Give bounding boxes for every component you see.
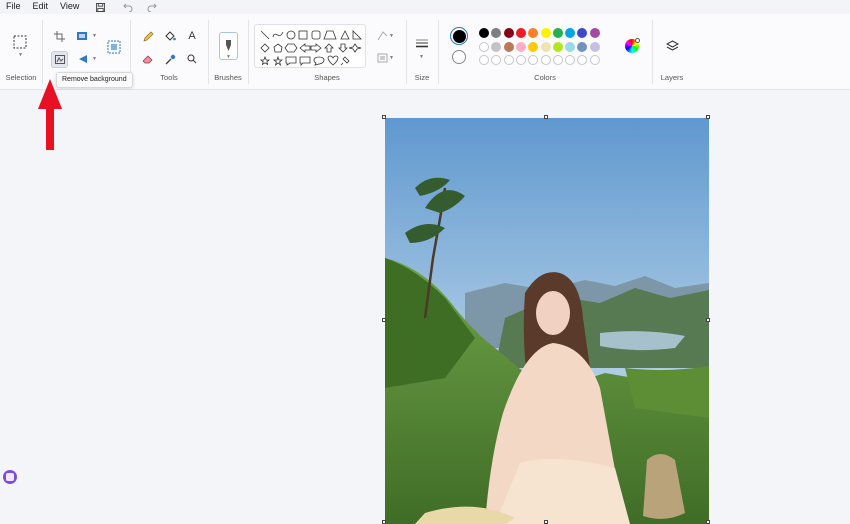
resize-handle-bottom-right[interactable] <box>706 520 710 524</box>
color-swatch[interactable] <box>491 28 502 38</box>
custom-color-swatch[interactable] <box>540 55 551 65</box>
pencil-icon[interactable] <box>140 28 156 44</box>
shapes-label: Shapes <box>314 73 340 82</box>
color-swatch[interactable] <box>528 28 539 38</box>
color-swatch[interactable] <box>528 41 539 52</box>
canvas-image[interactable] <box>385 118 709 524</box>
brushes-label: Brushes <box>214 73 242 82</box>
shapes-gallery[interactable] <box>254 24 366 68</box>
color-swatch[interactable] <box>515 28 526 38</box>
color-swatch[interactable] <box>515 41 526 52</box>
brush-chevron-down-icon[interactable]: ▼ <box>226 54 231 60</box>
color-swatch[interactable] <box>540 28 551 38</box>
color-swatch[interactable] <box>540 41 551 52</box>
shape-outline-icon[interactable] <box>374 28 390 44</box>
layers-label: Layers <box>660 73 684 82</box>
selection-label: Selection <box>5 73 37 82</box>
save-icon[interactable] <box>91 0 109 14</box>
redo-icon[interactable] <box>143 0 161 14</box>
color-swatch[interactable] <box>577 41 588 52</box>
brushes-group: ▼ Brushes <box>208 14 248 90</box>
menu-bar: File Edit View <box>0 0 850 14</box>
custom-color-swatch[interactable] <box>515 55 526 65</box>
rotate-icon[interactable] <box>75 51 91 67</box>
primary-color-swatch <box>452 29 466 43</box>
menu-file[interactable]: File <box>0 0 27 14</box>
shape-fill-icon[interactable] <box>374 50 390 66</box>
color-swatch[interactable] <box>552 28 563 38</box>
select-rectangle-icon[interactable] <box>12 34 28 50</box>
custom-color-swatch[interactable] <box>552 55 563 65</box>
color-swatch[interactable] <box>552 41 563 52</box>
custom-color-swatch[interactable] <box>589 55 600 65</box>
eraser-icon[interactable] <box>140 51 156 67</box>
resize-chevron-down-icon[interactable]: ▼ <box>92 33 97 39</box>
custom-color-swatch[interactable] <box>577 55 588 65</box>
size-label: Size <box>414 73 430 82</box>
menu-edit[interactable]: Edit <box>27 0 55 14</box>
resize-handle-bottom[interactable] <box>544 520 548 524</box>
color-swatch[interactable] <box>577 28 588 38</box>
size-chevron-down-icon[interactable]: ▼ <box>419 54 424 60</box>
color-picker-icon[interactable] <box>162 51 178 67</box>
landscape-portrait-photo <box>385 118 709 524</box>
size-group: ▼ Size <box>406 14 438 90</box>
primary-color-button[interactable] <box>450 27 468 45</box>
magnifier-icon[interactable] <box>184 51 200 67</box>
resize-handle-right[interactable] <box>706 318 710 322</box>
color-swatch[interactable] <box>589 28 600 38</box>
color-swatch[interactable] <box>491 41 502 52</box>
resize-handle-top-left[interactable] <box>382 115 386 119</box>
color-swatch[interactable] <box>479 28 489 38</box>
crop-icon[interactable] <box>51 28 67 44</box>
color-swatch[interactable] <box>565 28 576 38</box>
resize-handle-top-right[interactable] <box>706 115 710 119</box>
color-swatch[interactable] <box>589 41 600 52</box>
fill-chevron-down-icon[interactable]: ▼ <box>389 55 394 61</box>
color-swatch[interactable] <box>565 41 576 52</box>
red-arrow-icon <box>38 79 62 150</box>
layers-icon[interactable] <box>664 38 680 54</box>
edit-colors-icon[interactable] <box>625 38 640 53</box>
custom-color-swatch[interactable] <box>528 55 539 65</box>
image-select-icon[interactable] <box>106 39 122 55</box>
color-swatch[interactable] <box>503 28 514 38</box>
shapes-group: ▼ ▼ Shapes <box>248 14 406 90</box>
stroke-size-icon[interactable] <box>414 36 430 52</box>
tools-group: A Tools <box>130 14 208 90</box>
custom-color-swatch[interactable] <box>479 55 489 65</box>
tools-label: Tools <box>160 73 178 82</box>
rotate-chevron-down-icon[interactable]: ▼ <box>92 56 97 62</box>
resize-handle-top[interactable] <box>544 115 548 119</box>
layers-group: Layers <box>652 14 692 90</box>
selection-chevron-down-icon[interactable]: ▼ <box>18 52 23 58</box>
resize-handle-bottom-left[interactable] <box>382 520 386 524</box>
remove-background-button[interactable] <box>51 51 68 68</box>
remove-background-tooltip: Remove background <box>56 72 133 88</box>
selection-group: ▼ Selection <box>0 14 42 90</box>
outline-chevron-down-icon[interactable]: ▼ <box>389 33 394 39</box>
undo-icon[interactable] <box>119 0 137 14</box>
secondary-color-button[interactable] <box>452 50 466 64</box>
text-icon[interactable]: A <box>184 28 200 44</box>
colors-label: Colors <box>534 73 556 82</box>
fill-bucket-icon[interactable] <box>162 28 178 44</box>
custom-color-swatch[interactable] <box>565 55 576 65</box>
menu-view[interactable]: View <box>54 0 85 14</box>
colors-group: Colors <box>438 14 652 90</box>
custom-color-swatch[interactable] <box>503 55 514 65</box>
custom-color-swatch[interactable] <box>491 55 502 65</box>
color-swatch[interactable] <box>479 41 489 52</box>
color-swatch[interactable] <box>503 41 514 52</box>
resize-handle-left[interactable] <box>382 318 386 322</box>
copilot-icon[interactable] <box>3 470 17 484</box>
resize-icon[interactable] <box>75 28 91 44</box>
